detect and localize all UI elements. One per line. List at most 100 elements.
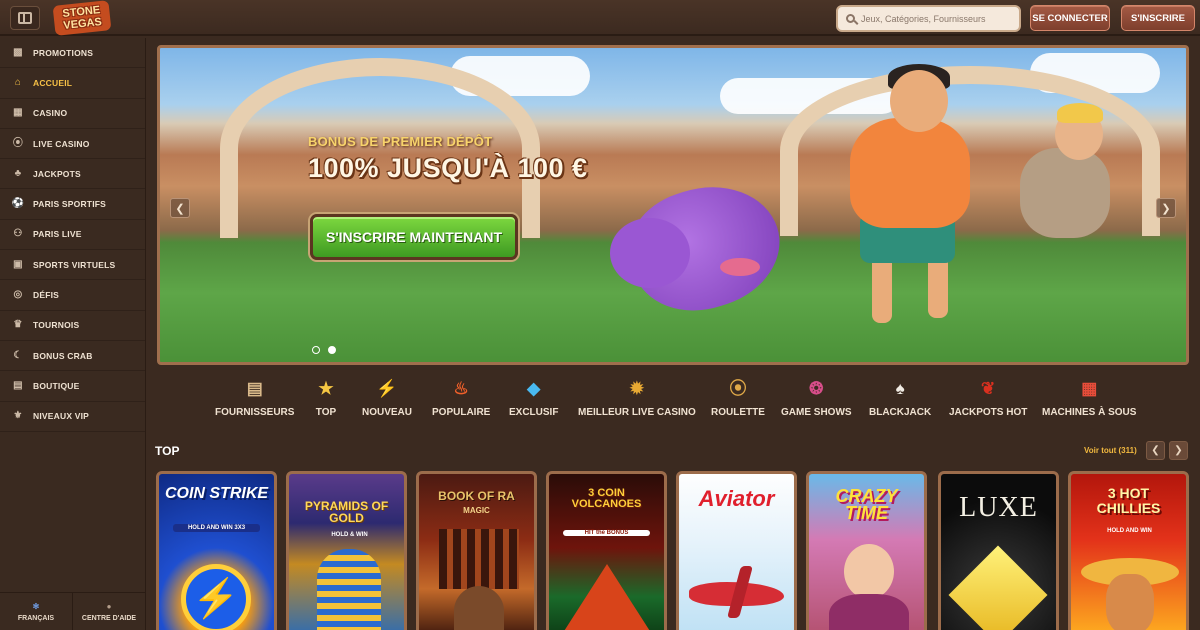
sidebar-item-tournois[interactable]: ♛ Tournois (0, 311, 145, 341)
trophy-icon: ♛ (13, 319, 23, 331)
game-title: PYRAMIDS OF GOLD (304, 499, 389, 525)
search-icon (846, 14, 855, 23)
sidebar-item-jackpots[interactable]: ♣ Jackpots (0, 159, 145, 190)
category-exclusif[interactable]: ◆ Exclusif (509, 376, 559, 419)
sidebar-item-label: Sports virtuels (33, 259, 116, 270)
banner-prev-button[interactable]: ❮ (170, 198, 190, 218)
sidebar-item-defis[interactable]: ◎ Défis (0, 280, 145, 311)
category-jackpots-hot[interactable]: ❦ Jackpots hot (949, 376, 1027, 419)
flag-icon: ✻ (32, 601, 40, 611)
target-icon: ◎ (13, 289, 23, 301)
sidebar-item-live-casino[interactable]: ⦿ Live Casino (0, 129, 145, 160)
game-card-3-hot-chillies[interactable]: 3 HOT CHILLIES HOLD AND WIN (1068, 471, 1189, 630)
language-button[interactable]: ✻ Français (0, 593, 73, 630)
volcano-image (559, 564, 655, 630)
ball-icon: ⚽ (11, 198, 25, 210)
help-center-button[interactable]: ● Centre d'aide (73, 593, 146, 630)
sidebar-item-bonus-crab[interactable]: ☾ Bonus Crab (0, 341, 145, 372)
register-now-button[interactable]: S'inscrire maintenant (310, 214, 518, 260)
roulette-icon: ⦿ (729, 378, 747, 398)
shop-icon: ▤ (13, 379, 23, 391)
screen-icon: ▣ (13, 258, 23, 270)
player-head (890, 70, 948, 132)
cards-icon: ♠ (895, 378, 905, 398)
sidebar-footer: ✻ Français ● Centre d'aide (0, 592, 146, 630)
scroll-icon: ▤ (246, 378, 263, 398)
category-machines-a-sous[interactable]: ▦ Machines à sous (1042, 376, 1136, 419)
category-label: Exclusif (509, 407, 559, 418)
register-button[interactable]: S'inscrire (1121, 5, 1195, 31)
chevron-right-icon: ❯ (1161, 202, 1171, 215)
sidebar-item-paris-live[interactable]: ⚇ Paris live (0, 220, 145, 251)
game-card-book-of-ra[interactable]: BOOK OF RA MAGIC (416, 471, 537, 630)
category-label: Populaire (432, 407, 491, 418)
category-label: Meilleur live casino (578, 407, 696, 418)
game-title: BOOK OF RA (438, 489, 515, 503)
game-title: 3 COIN VOLCANOES (571, 487, 642, 510)
game-card-aviator[interactable]: Aviator (676, 471, 797, 630)
logo[interactable]: STONE VEGAS (52, 0, 112, 36)
sidebar-item-casino[interactable]: ▦ Casino (0, 99, 145, 129)
category-label: Blackjack (869, 407, 932, 418)
sidebar-item-sports-virtuels[interactable]: ▣ Sports virtuels (0, 250, 145, 281)
sidebar-item-niveaux-vip[interactable]: ⚜ Niveaux VIP (0, 402, 145, 432)
login-button[interactable]: Se connecter (1030, 5, 1110, 31)
clover-icon: ♣ (14, 167, 22, 179)
fire-icon: ♨ (453, 378, 469, 398)
sidebar-item-paris-sportifs[interactable]: ⚽ Paris sportifs (0, 189, 145, 220)
category-populaire[interactable]: ♨ Populaire (432, 376, 491, 419)
banner-dot-active[interactable] (328, 346, 336, 354)
category-top[interactable]: ★ Top (314, 376, 338, 419)
banner-pagination (312, 346, 336, 354)
category-roulette[interactable]: ⦿ Roulette (711, 376, 765, 419)
category-game-shows[interactable]: ❂ Game shows (781, 376, 852, 419)
star-icon: ★ (318, 378, 334, 398)
category-blackjack[interactable]: ♠ Blackjack (869, 376, 932, 419)
game-card-luxe[interactable]: LUXE (938, 471, 1059, 630)
sidebar-item-label: Niveaux VIP (33, 411, 90, 422)
game-title: 3 HOT CHILLIES (1096, 485, 1161, 516)
sidebar-item-boutique[interactable]: ▤ Boutique (0, 371, 145, 402)
promo-banner[interactable]: Bonus de premier dépôt 100% jusqu'à 100 … (157, 45, 1189, 365)
sidebar-toggle-button[interactable] (10, 6, 40, 30)
search-input[interactable] (861, 13, 1011, 24)
games-next-button[interactable]: ❯ (1169, 441, 1188, 460)
game-title: COIN STRIKE (164, 485, 269, 502)
sidebar-item-label: Défis (33, 290, 60, 301)
game-card-pyramids-of-gold[interactable]: PYRAMIDS OF GOLD HOLD & WIN (286, 471, 407, 630)
wheel-icon: ❂ (809, 378, 824, 398)
game-card-coin-strike[interactable]: COIN STRIKE HOLD AND WIN 3X3 ⚡ (156, 471, 277, 630)
sidebar-item-accueil[interactable]: ⌂ Accueil (0, 68, 145, 99)
sidebar: ▩ Promotions ⌂ Accueil ▦ Casino ⦿ Live Casin… (0, 38, 146, 630)
banner-dot[interactable] (312, 346, 320, 354)
search-box[interactable] (836, 5, 1021, 32)
view-all-link[interactable]: Voir tout (311) (1084, 446, 1137, 455)
top-header: STONE VEGAS Se connecter S'inscrire (0, 0, 1200, 36)
gem-icon (948, 545, 1048, 630)
lightning-coin-icon: ⚡ (181, 564, 251, 630)
game-card-crazy-time[interactable]: CRAZY TIME (806, 471, 927, 630)
sidebar-item-label: Casino (33, 108, 68, 119)
sidebar-item-label: Paris sportifs (33, 199, 107, 210)
category-meilleur-live-casino[interactable]: ✹ Meilleur live casino (578, 376, 696, 419)
game-subtitle: MAGIC (463, 506, 490, 515)
banner-next-button[interactable]: ❯ (1156, 198, 1176, 218)
game-subtitle: HOLD & WIN (331, 532, 368, 538)
game-title: Aviator (698, 486, 775, 511)
sidebar-item-label: Tournois (33, 320, 80, 331)
category-nouveau[interactable]: ⚡ Nouveau (362, 376, 413, 419)
slot-icon: ▦ (1081, 378, 1098, 398)
game-subtitle: HIT the BONUS (563, 530, 650, 536)
games-prev-button[interactable]: ❮ (1146, 441, 1165, 460)
chevron-left-icon: ❮ (1151, 445, 1160, 456)
game-card-3-coin-volcanoes[interactable]: 3 COIN VOLCANOES HIT the BONUS (546, 471, 667, 630)
sidebar-item-label: Paris live (33, 229, 82, 240)
bonus-subtitle: Bonus de premier dépôt (308, 134, 493, 149)
category-label: Game shows (781, 407, 852, 418)
category-fournisseurs[interactable]: ▤ Fournisseurs (215, 376, 294, 419)
sidebar-item-promotions[interactable]: ▩ Promotions (0, 38, 145, 69)
category-label: Nouveau (362, 407, 413, 418)
mariachi-image (1106, 574, 1154, 630)
blond-player-hair (1057, 103, 1103, 123)
gift-icon: ▩ (13, 46, 23, 58)
